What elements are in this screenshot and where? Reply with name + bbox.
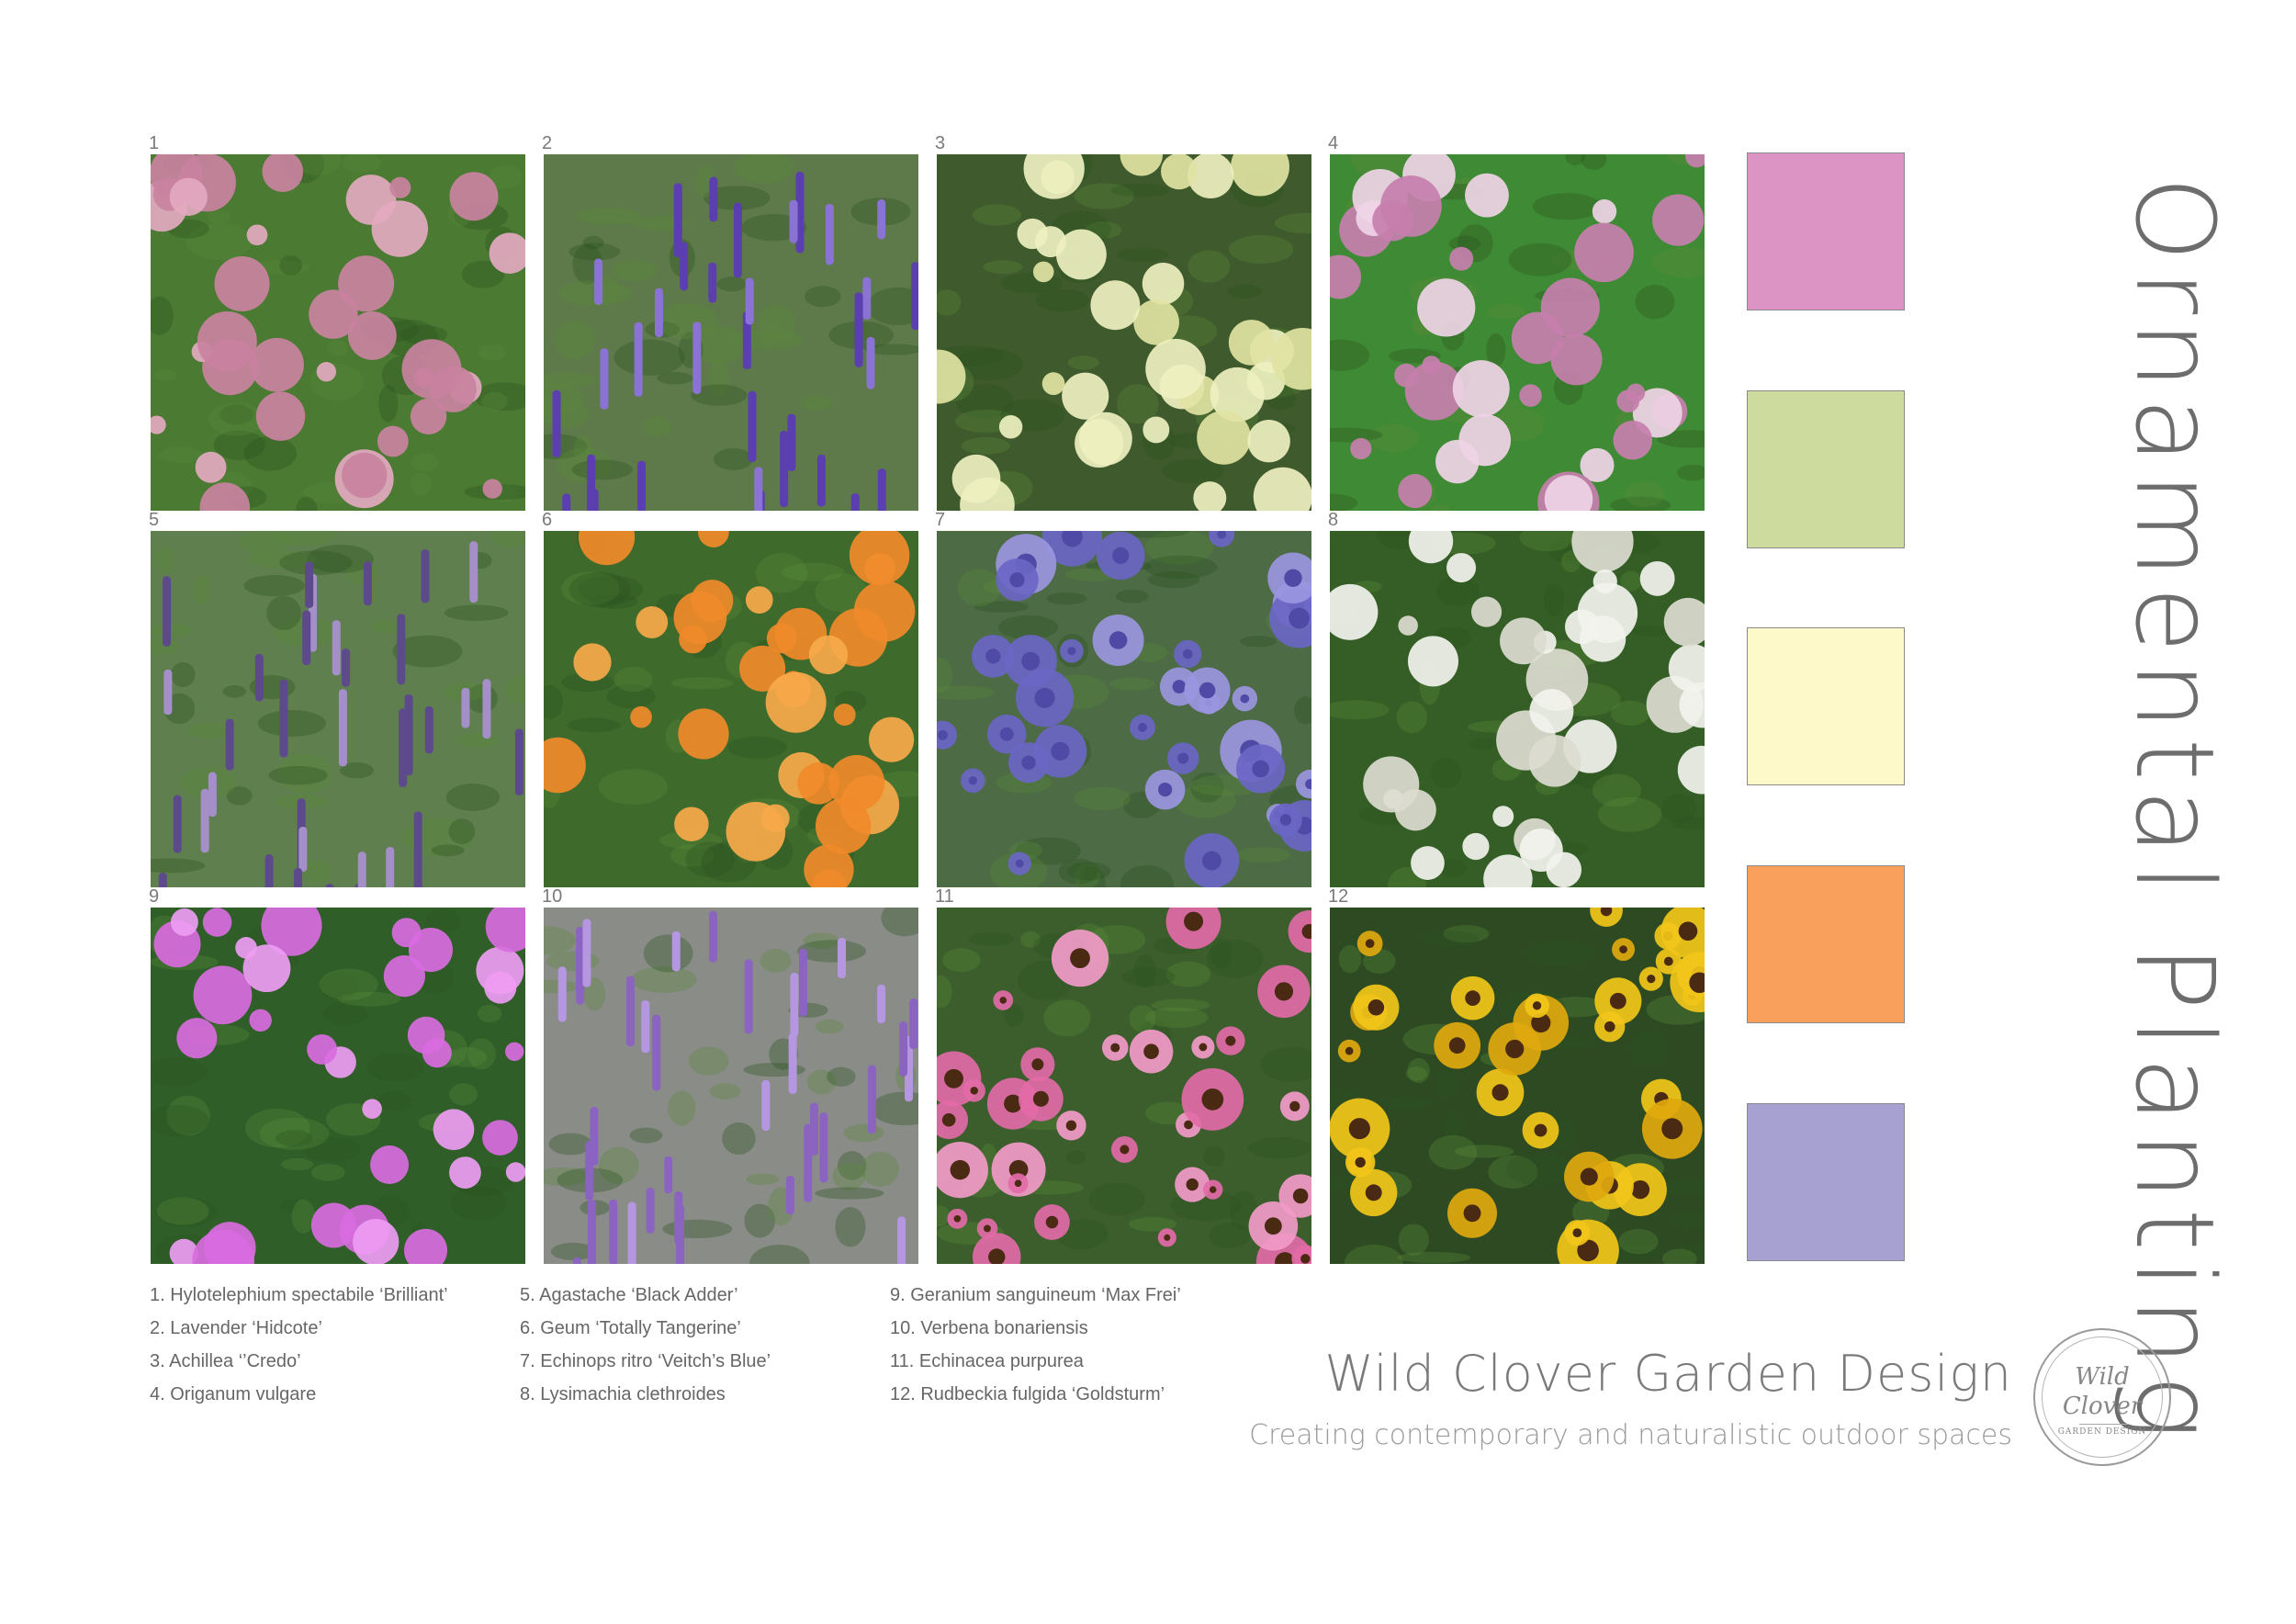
photo-canvas [1330, 908, 1705, 1264]
plant-caption: 10. Verbena bonariensis [890, 1318, 1088, 1338]
verbena-photo [544, 908, 918, 1264]
photo-canvas [151, 531, 525, 887]
photo-canvas [544, 531, 918, 887]
logo-script-line-1: Wild [2075, 1363, 2130, 1391]
rudbeckia-photo [1330, 908, 1705, 1264]
photo-canvas [544, 154, 918, 511]
plant-caption: 4. Origanum vulgare [150, 1384, 317, 1404]
plant-caption: 1. Hylotelephium spectabile ‘Brilliant’ [150, 1285, 448, 1305]
photo-canvas [544, 908, 918, 1264]
palette-swatch-orange [1747, 865, 1905, 1023]
plant-number: 2 [542, 133, 553, 153]
plant-number: 7 [935, 510, 946, 530]
geum-photo [544, 531, 918, 887]
echinops-photo [937, 531, 1311, 887]
plant-caption: 2. Lavender ‘Hidcote’ [150, 1318, 322, 1338]
palette-swatch-pink [1747, 152, 1905, 310]
photo-canvas [151, 908, 525, 1264]
plant-caption: 7. Echinops ritro ‘Veitch’s Blue’ [520, 1351, 771, 1371]
logo-divider [2079, 1424, 2129, 1425]
sedum-photo [151, 154, 525, 511]
plant-caption: 3. Achillea ‘’Credo’ [150, 1351, 301, 1371]
plant-list-column-2: 5. Agastache ‘Black Adder’ 6. Geum ‘Tota… [520, 1279, 887, 1411]
lysimachia-photo [1330, 531, 1705, 887]
plant-number: 12 [1328, 886, 1349, 907]
plant-number: 6 [542, 510, 553, 530]
palette-swatch-lilac [1747, 1103, 1905, 1261]
echinacea-photo [937, 908, 1311, 1264]
photo-canvas [1330, 531, 1705, 887]
brand-name: Wild Clover Garden Design [1324, 1345, 2012, 1403]
plant-number: 9 [149, 886, 160, 907]
plant-caption: 6. Geum ‘Totally Tangerine’ [520, 1318, 741, 1338]
plant-caption: 11. Echinacea purpurea [890, 1351, 1084, 1371]
plant-number: 8 [1328, 510, 1339, 530]
plant-number: 4 [1328, 133, 1339, 153]
plant-number: 11 [935, 886, 954, 907]
photo-canvas [151, 154, 525, 511]
plant-caption: 12. Rudbeckia fulgida ‘Goldsturm’ [890, 1384, 1165, 1404]
photo-canvas [937, 531, 1311, 887]
plant-list-column-1: 1. Hylotelephium spectabile ‘Brilliant’ … [150, 1279, 517, 1411]
photo-canvas [937, 154, 1311, 511]
palette-swatch-cream [1747, 627, 1905, 785]
plant-caption: 9. Geranium sanguineum ‘Max Frei’ [890, 1285, 1181, 1305]
photo-canvas [1330, 154, 1705, 511]
geranium-photo [151, 908, 525, 1264]
plant-number: 1 [149, 133, 160, 153]
plant-list-column-3: 9. Geranium sanguineum ‘Max Frei’ 10. Ve… [890, 1279, 1257, 1411]
plant-number: 5 [149, 510, 160, 530]
palette-swatch-green [1747, 390, 1905, 548]
plant-caption: 5. Agastache ‘Black Adder’ [520, 1285, 738, 1305]
plant-caption: 8. Lysimachia clethroides [520, 1384, 726, 1404]
logo-subtext: GARDEN DESIGN [2057, 1427, 2147, 1437]
brand-logo: Wild Clover GARDEN DESIGN [2033, 1328, 2171, 1466]
logo-script-line-2: Clover [2062, 1393, 2143, 1420]
lavender-photo [544, 154, 918, 511]
photo-canvas [937, 908, 1311, 1264]
plant-number: 3 [935, 133, 946, 153]
oregano-photo [1330, 154, 1705, 511]
achillea-photo [937, 154, 1311, 511]
plant-number: 10 [542, 886, 563, 907]
agastache-photo [151, 531, 525, 887]
page-title: Ornamental Planting [2111, 175, 2238, 1449]
brand-tagline: Creating contemporary and naturalistic o… [1249, 1419, 2012, 1451]
